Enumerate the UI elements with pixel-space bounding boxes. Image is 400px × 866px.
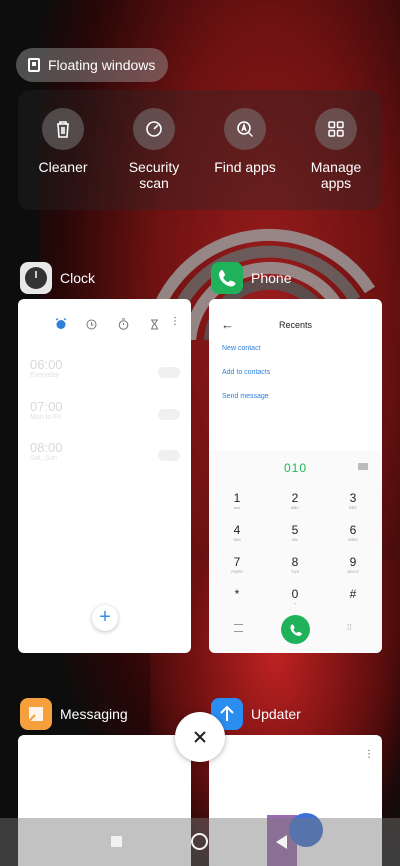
find-apps-button[interactable]: Find apps: [200, 108, 290, 175]
clock-app-header[interactable]: Clock: [20, 262, 95, 294]
phone-app-icon: [211, 262, 243, 294]
clock-app-name: Clock: [60, 270, 96, 286]
dialed-number: 010: [283, 461, 308, 475]
manage-apps-label: Manage apps: [310, 159, 362, 191]
find-apps-label: Find apps: [214, 159, 276, 175]
alarm-toggle[interactable]: [158, 409, 180, 420]
clock-tabs: ⋮: [18, 317, 191, 333]
dial-key[interactable]: #: [333, 588, 373, 601]
dial-key[interactable]: 9 WXYZ: [333, 556, 373, 575]
add-to-contacts-link[interactable]: Add to contacts: [222, 369, 270, 376]
recents-nav-button[interactable]: [111, 836, 122, 847]
messaging-app-header[interactable]: Messaging: [20, 698, 128, 730]
dial-key[interactable]: 6 MNO: [333, 524, 373, 543]
dialpad: 010 1 ooo 2 ABC 3 DEF 4 GHI 5 JKL 6 MNO 7 PQRS …: [209, 451, 382, 653]
dial-key[interactable]: 4 GHI: [217, 524, 257, 543]
phone-app-card[interactable]: ← Recents New contact Add to contacts Se…: [209, 299, 382, 653]
recents-title: Recents: [278, 320, 313, 330]
timer-tab-icon[interactable]: [150, 317, 159, 335]
send-message-link[interactable]: Send message: [222, 393, 269, 400]
quick-tools-panel: Cleaner Security scan Find apps Manage a…: [18, 90, 382, 210]
dial-key[interactable]: 2 ABC: [275, 492, 315, 511]
cleaner-label: Cleaner: [38, 159, 88, 175]
dial-key[interactable]: 0 +: [275, 588, 315, 607]
close-icon: [194, 731, 206, 743]
alarm-row[interactable]: 08:00 Sat, Sun: [30, 440, 180, 474]
phone-app-header[interactable]: Phone: [211, 262, 291, 294]
world-clock-tab-icon[interactable]: [86, 317, 97, 335]
alarm-row[interactable]: 06:00 Everyday: [30, 357, 180, 391]
home-nav-button[interactable]: [191, 833, 208, 850]
phone-app-name: Phone: [251, 270, 292, 286]
more-menu-icon[interactable]: ⋮: [364, 749, 374, 760]
add-alarm-button[interactable]: +: [92, 605, 118, 631]
stopwatch-tab-icon[interactable]: [118, 317, 129, 335]
grid-icon: [315, 108, 357, 150]
menu-icon[interactable]: [234, 624, 243, 632]
shield-gauge-icon: [133, 108, 175, 150]
manage-apps-button[interactable]: Manage apps: [291, 108, 381, 191]
dial-key[interactable]: *,: [217, 588, 257, 607]
more-menu-icon[interactable]: ⋮: [170, 317, 180, 327]
messaging-app-icon: [20, 698, 52, 730]
updater-app-name: Updater: [251, 706, 301, 722]
floating-windows-button[interactable]: Floating windows: [16, 48, 168, 82]
alarm-row[interactable]: 07:00 Mon to Fri: [30, 399, 180, 433]
security-scan-label: Security scan: [128, 159, 180, 191]
messaging-app-name: Messaging: [60, 706, 128, 722]
dial-key[interactable]: 7 PQRS: [217, 556, 257, 575]
new-contact-link[interactable]: New contact: [222, 345, 261, 352]
dial-key[interactable]: 3 DEF: [333, 492, 373, 511]
search-a-icon: [224, 108, 266, 150]
clock-app-icon: [20, 262, 52, 294]
trash-icon: [42, 108, 84, 150]
backspace-icon[interactable]: [358, 463, 368, 470]
floating-windows-label: Floating windows: [48, 57, 156, 73]
cleaner-button[interactable]: Cleaner: [18, 108, 108, 175]
updater-app-header[interactable]: Updater: [211, 698, 301, 730]
dial-key[interactable]: 8 TUV: [275, 556, 315, 575]
security-scan-button[interactable]: Security scan: [109, 108, 199, 191]
close-all-button[interactable]: [175, 712, 225, 762]
alarm-tab-icon[interactable]: [55, 317, 67, 335]
clock-app-card[interactable]: ⋮ 06:00 Everyday 07:00 Mon to Fri 08:00 …: [18, 299, 191, 653]
floating-window-icon: [28, 58, 40, 72]
dial-key[interactable]: 5 JKL: [275, 524, 315, 543]
dial-key[interactable]: 1 ooo: [217, 492, 257, 511]
back-nav-button[interactable]: [276, 835, 287, 849]
alarm-toggle[interactable]: [158, 367, 180, 378]
dialpad-toggle-icon[interactable]: ⁞⁞: [347, 623, 351, 632]
phone-call-icon: [289, 623, 302, 636]
call-button[interactable]: [281, 615, 310, 644]
alarm-toggle[interactable]: [158, 450, 180, 461]
navigation-bar: [0, 818, 400, 866]
